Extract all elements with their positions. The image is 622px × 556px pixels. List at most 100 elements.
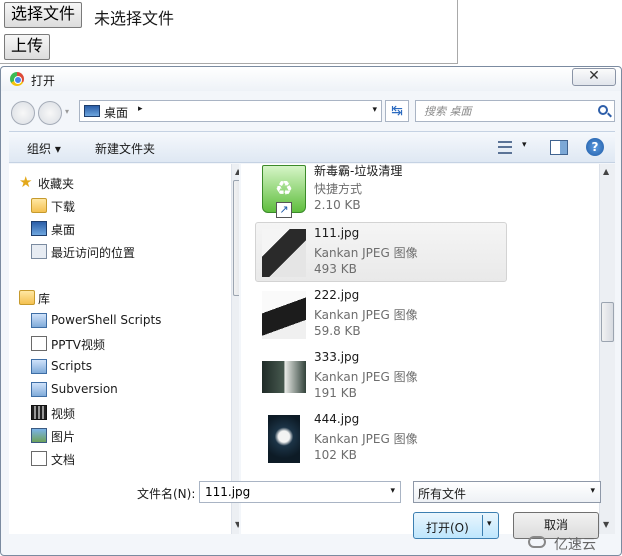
nav-label: 文档: [51, 453, 76, 467]
open-button[interactable]: 打开(O) ▾: [413, 512, 499, 539]
filename-input[interactable]: [201, 483, 381, 501]
background-webpage: 选择文件 未选择文件 上传: [0, 0, 458, 64]
script-folder-icon: [31, 359, 47, 374]
address-dropdown-arrow[interactable]: ▾: [372, 105, 377, 115]
choose-file-button[interactable]: 选择文件: [4, 2, 83, 28]
star-icon: ★: [19, 173, 33, 191]
scroll-down-icon[interactable]: ▼: [603, 520, 609, 529]
address-bar[interactable]: 桌面 ▸ ▾: [79, 100, 382, 122]
nav-favorites[interactable]: ★ 收藏夹: [9, 172, 221, 194]
file-item[interactable]: ↗ 新毒霸-垃圾清理 快捷方式 2.10 KB: [255, 158, 507, 218]
file-type: 快捷方式: [314, 182, 363, 196]
nav-item-subversion[interactable]: Subversion: [9, 379, 221, 401]
nav-item-downloads[interactable]: 下载: [9, 195, 221, 217]
file-size: 493 KB: [314, 262, 357, 276]
help-icon[interactable]: ?: [586, 138, 604, 156]
folder-icon: [31, 198, 47, 213]
video-library-icon: [31, 405, 47, 420]
nav-item-pictures[interactable]: 图片: [9, 425, 221, 447]
chevron-down-icon[interactable]: ▾: [487, 519, 492, 529]
nav-label: 最近访问的位置: [51, 246, 136, 260]
library-icon: [19, 290, 35, 305]
view-options-icon: [498, 141, 512, 154]
file-name: 444.jpg: [314, 412, 360, 426]
nav-label: PowerShell Scripts: [51, 313, 162, 327]
script-folder-icon: [31, 382, 47, 397]
scroll-up-icon[interactable]: ▲: [235, 167, 239, 176]
file-type: Kankan JPEG 图像: [314, 432, 418, 446]
filetype-select[interactable]: 所有文件 ▾: [413, 481, 601, 503]
file-name: 新毒霸-垃圾清理: [314, 164, 403, 178]
scroll-down-icon[interactable]: ▼: [235, 520, 239, 529]
nav-label: PPTV视频: [51, 338, 106, 352]
document-icon: [31, 336, 47, 351]
file-size: 102 KB: [314, 448, 357, 462]
chevron-down-icon[interactable]: ▾: [390, 486, 395, 496]
file-size: 191 KB: [314, 386, 357, 400]
file-name: 111.jpg: [314, 226, 360, 240]
pictures-library-icon: [31, 428, 47, 443]
back-button[interactable]: [11, 101, 35, 125]
search-icon[interactable]: [598, 105, 608, 115]
new-folder-button[interactable]: 新建文件夹: [95, 140, 155, 157]
address-location[interactable]: 桌面: [104, 104, 128, 121]
filename-combobox[interactable]: ▾: [199, 481, 401, 503]
organize-button[interactable]: 组织 ▾: [27, 140, 61, 157]
search-box[interactable]: [415, 100, 615, 122]
forward-button[interactable]: [38, 101, 62, 125]
nav-item-scripts[interactable]: Scripts: [9, 356, 221, 378]
nav-label: 视频: [51, 407, 76, 421]
chevron-down-icon: ▾: [522, 140, 527, 150]
filename-label: 文件名(N):: [137, 487, 196, 501]
recent-places-icon: [31, 244, 47, 259]
nav-label: 桌面: [51, 223, 76, 237]
nav-scroll-thumb[interactable]: [233, 180, 239, 296]
nav-item-documents[interactable]: 文档: [9, 448, 221, 470]
nav-item-powershell-scripts[interactable]: PowerShell Scripts: [9, 310, 221, 332]
recent-locations-dropdown[interactable]: ▾: [65, 107, 69, 116]
shortcut-arrow-icon: ↗: [276, 202, 292, 218]
file-list: ↗ 新毒霸-垃圾清理 快捷方式 2.10 KB 111.jpg Kankan J…: [241, 164, 615, 534]
no-file-chosen-label: 未选择文件: [94, 9, 175, 28]
file-name: 333.jpg: [314, 350, 360, 364]
nav-libraries[interactable]: 库: [9, 287, 221, 309]
preview-pane-icon[interactable]: [550, 140, 568, 155]
file-list-scrollbar[interactable]: ▲ ▼: [599, 164, 615, 534]
nav-item-recent-places[interactable]: 最近访问的位置: [9, 241, 221, 263]
file-size: 59.8 KB: [314, 324, 361, 338]
open-file-dialog: 打开 ✕ ▾ 桌面 ▸ ▾ ↹ 组织 ▾ 新建文件夹 ▾ ? ★ 收藏夹 下载: [0, 66, 622, 556]
scroll-up-icon[interactable]: ▲: [603, 167, 609, 176]
nav-label: Scripts: [51, 359, 93, 373]
file-item[interactable]: 111.jpg Kankan JPEG 图像 493 KB: [255, 222, 507, 282]
nav-item-pptv[interactable]: PPTV视频: [9, 333, 221, 355]
nav-item-desktop[interactable]: 桌面: [9, 218, 221, 240]
dialog-titlebar[interactable]: 打开 ✕: [1, 67, 621, 91]
chevron-down-icon[interactable]: ▾: [590, 486, 595, 496]
change-view-button[interactable]: ▾: [495, 139, 533, 157]
file-size: 2.10 KB: [314, 198, 361, 212]
nav-label: 收藏夹: [38, 177, 75, 191]
image-thumbnail: [262, 361, 306, 393]
script-folder-icon: [31, 313, 47, 328]
nav-scrollbar[interactable]: ▲ ▼: [231, 164, 239, 534]
file-item[interactable]: 333.jpg Kankan JPEG 图像 191 KB: [255, 346, 507, 406]
file-scroll-thumb[interactable]: [601, 302, 614, 342]
file-item[interactable]: 444.jpg Kankan JPEG 图像 102 KB: [255, 408, 507, 468]
file-name: 222.jpg: [314, 288, 360, 302]
desktop-icon: [84, 105, 100, 117]
file-item[interactable]: 222.jpg Kankan JPEG 图像 59.8 KB: [255, 284, 507, 344]
upload-button[interactable]: 上传: [4, 34, 51, 60]
chrome-icon: [10, 72, 24, 86]
filetype-value: 所有文件: [418, 487, 467, 501]
desktop-icon: [31, 221, 47, 236]
nav-item-videos[interactable]: 视频: [9, 402, 221, 424]
split-divider: [482, 515, 483, 536]
refresh-button[interactable]: ↹: [385, 100, 409, 122]
search-input[interactable]: [418, 102, 594, 120]
close-button[interactable]: ✕: [572, 68, 616, 86]
image-thumbnail: [262, 229, 306, 277]
chevron-right-icon[interactable]: ▸: [138, 104, 143, 114]
documents-library-icon: [31, 451, 47, 466]
nav-label: 下载: [51, 200, 76, 214]
nav-label: Subversion: [51, 382, 118, 396]
